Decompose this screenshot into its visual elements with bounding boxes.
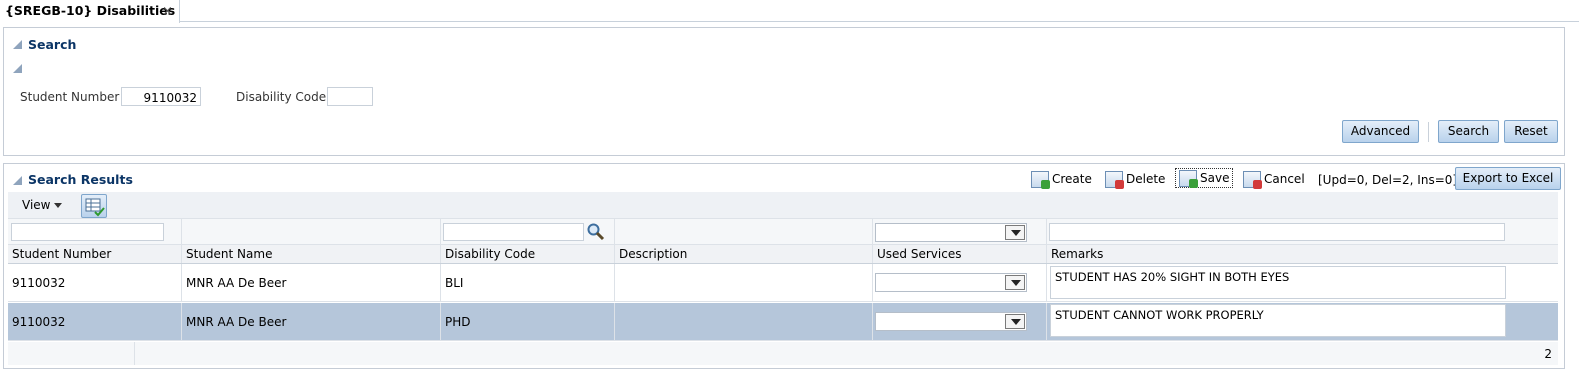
reset-button[interactable]: Reset [1504,120,1558,143]
filter-cell-description [615,219,873,244]
filter-cell-student-number [8,219,182,244]
collapse-icon[interactable] [13,64,22,73]
cell-used-services [873,264,1047,301]
header-row: Student Number Student Name Disability C… [8,245,1558,264]
column-header[interactable]: Disability Code [441,245,615,263]
disability-code-input[interactable] [327,87,373,106]
disability-code-label: Disability Code [236,90,327,104]
view-menu[interactable]: View [22,198,63,212]
table-row[interactable]: 9110032 MNR AA De Beer BLI STUDENT HAS 2… [8,264,1558,302]
filter-cell-used-services [873,219,1047,244]
collapse-icon[interactable] [13,40,22,49]
cell-description [615,303,873,340]
cell-remarks: STUDENT HAS 20% SIGHT IN BOTH EYES [1047,264,1558,301]
cell-used-services [873,303,1047,340]
remarks-filter[interactable] [1049,223,1505,241]
cell-student-name: MNR AA De Beer [182,303,441,340]
dropdown-icon[interactable] [1005,275,1025,290]
save-button[interactable]: Save [1175,168,1234,188]
create-button[interactable]: Create [1031,169,1092,189]
collapse-icon[interactable] [13,176,22,185]
cell-student-number: 9110032 [8,264,182,301]
cell-disability-code: BLI [441,264,615,301]
column-header[interactable]: Remarks [1047,245,1558,263]
delete-icon [1105,170,1124,189]
column-header[interactable]: Student Number [8,245,182,263]
cell-student-name: MNR AA De Beer [182,264,441,301]
cell-description [615,264,873,301]
view-label: View [22,198,51,212]
advanced-button[interactable]: Advanced [1342,120,1419,143]
close-icon[interactable]: × [162,4,173,19]
table-row[interactable]: 9110032 MNR AA De Beer PHD STUDENT CANNO… [8,303,1558,341]
remarks-field[interactable]: STUDENT CANNOT WORK PROPERLY [1050,304,1506,337]
tab-bar: {SREGB-10} Disabilities × [0,0,1579,23]
export-to-excel-button[interactable]: Export to Excel [1455,167,1561,190]
button-divider [1428,122,1429,142]
cancel-label: Cancel [1264,172,1305,186]
save-label: Save [1200,171,1230,185]
table-footer: 2 [8,342,1558,365]
search-button[interactable]: Search [1438,120,1499,143]
column-header[interactable]: Used Services [873,245,1047,263]
cell-student-number: 9110032 [8,303,182,340]
filter-cell-remarks [1047,219,1558,244]
results-title: Search Results [28,172,133,187]
cancel-icon [1243,170,1262,189]
row-count: 2 [1544,347,1552,361]
change-counter: [Upd=0, Del=2, Ins=0] [1318,173,1458,187]
used-services-select[interactable] [875,312,1027,331]
detach-button[interactable] [81,194,107,218]
view-toolbar: View [8,192,1558,219]
delete-label: Delete [1126,172,1166,186]
dropdown-icon[interactable] [1005,314,1025,329]
create-icon [1031,170,1050,189]
disability-code-filter[interactable] [443,223,584,241]
student-number-filter[interactable] [11,223,164,241]
create-label: Create [1052,172,1092,186]
student-number-input[interactable] [121,87,201,106]
search-panel: Search Student Number Disability Code Ad… [3,27,1565,156]
filter-row [8,219,1558,245]
student-number-label: Student Number [20,90,120,104]
remarks-field[interactable]: STUDENT HAS 20% SIGHT IN BOTH EYES [1050,266,1506,299]
cancel-button[interactable]: Cancel [1243,169,1305,189]
tab-title: {SREGB-10} Disabilities [5,3,176,18]
column-header[interactable]: Student Name [182,245,441,263]
dropdown-icon[interactable] [1005,225,1025,240]
filter-cell-disability-code [441,219,615,244]
used-services-filter[interactable] [875,223,1027,242]
cell-disability-code: PHD [441,303,615,340]
tab-disabilities[interactable]: {SREGB-10} Disabilities × [0,0,180,23]
chevron-down-icon [54,203,63,208]
search-icon[interactable] [586,222,605,241]
footer-cell [8,342,135,365]
used-services-select[interactable] [875,273,1027,292]
search-title: Search [28,37,77,52]
filter-cell-student-name [182,219,441,244]
detach-icon [85,198,105,217]
delete-button[interactable]: Delete [1105,169,1165,189]
cell-remarks: STUDENT CANNOT WORK PROPERLY [1047,303,1558,340]
save-icon [1179,169,1198,188]
column-header[interactable]: Description [615,245,873,263]
